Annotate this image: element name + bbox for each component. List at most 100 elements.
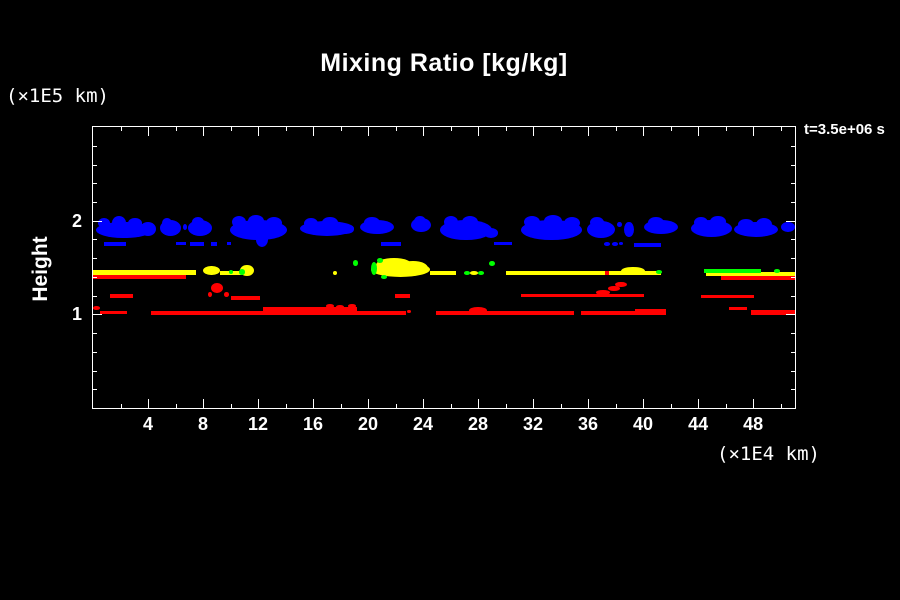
mixing-band-red — [100, 310, 127, 315]
axis-tick — [670, 404, 672, 408]
axis-tick — [533, 127, 534, 136]
cloud-band-blue — [256, 231, 268, 247]
cloud-band-blue — [226, 242, 231, 245]
cloud-band-blue — [381, 242, 401, 246]
axis-tick — [340, 127, 342, 131]
x-tick-label: 48 — [743, 414, 764, 434]
axis-tick — [791, 258, 795, 260]
cloud-band-blue — [494, 242, 512, 245]
axis-tick — [395, 404, 397, 408]
mixing-band-red — [208, 291, 212, 297]
cloud-band-blue — [337, 224, 354, 234]
mixing-band-yellow — [398, 260, 428, 275]
axis-tick — [423, 127, 424, 136]
axis-tick — [230, 404, 232, 408]
mixing-band-red — [93, 275, 186, 279]
cloud-band-blue — [647, 216, 664, 229]
cloud-band-blue — [175, 242, 186, 245]
axis-tick — [340, 404, 342, 408]
mixing-band-red — [720, 275, 795, 280]
axis-tick — [753, 399, 755, 408]
axis-tick — [258, 127, 259, 136]
axis-tick — [120, 127, 122, 131]
axis-tick — [175, 127, 177, 131]
cloud-band-blue — [266, 216, 282, 230]
axis-tick — [533, 399, 534, 408]
cloud-band-blue — [189, 242, 204, 246]
axis-tick — [725, 127, 727, 131]
axis-tick — [313, 399, 314, 408]
x-tick-label: 36 — [577, 414, 599, 434]
axis-tick — [698, 399, 700, 408]
mixing-band-red — [700, 294, 754, 299]
axis-tick — [93, 201, 97, 203]
mixing-band-red — [634, 308, 666, 315]
axis-tick — [791, 183, 795, 185]
cloud-band-blue — [140, 221, 156, 236]
mixing-band-green — [381, 275, 388, 279]
axis-tick — [478, 127, 479, 136]
mixing-band-green — [352, 260, 358, 266]
axis-tick — [93, 258, 97, 260]
axis-tick — [505, 404, 507, 408]
cloud-band-blue — [461, 216, 478, 229]
axis-tick — [780, 404, 782, 408]
axis-tick — [258, 399, 259, 408]
mixing-band-green — [477, 271, 484, 275]
x-tick-label: 16 — [302, 414, 324, 434]
cloud-band-blue — [231, 216, 246, 229]
mixing-band-red — [614, 281, 627, 288]
axis-tick — [615, 127, 617, 131]
mixing-band-yellow — [333, 271, 337, 275]
axis-tick — [588, 127, 589, 136]
mixing-band-red — [325, 304, 334, 308]
axis-tick — [698, 127, 700, 136]
cloud-band-blue — [483, 228, 498, 238]
mixing-band-green — [377, 258, 383, 263]
axis-tick — [791, 145, 795, 147]
mixing-band-green — [703, 269, 761, 274]
axis-tick — [93, 389, 97, 391]
axis-tick — [93, 164, 97, 166]
cloud-band-blue — [182, 224, 187, 230]
axis-tick — [313, 127, 314, 136]
mixing-band-red — [223, 291, 229, 297]
axis-tick — [478, 399, 479, 408]
cloud-band-blue — [589, 216, 604, 229]
axis-tick — [148, 127, 149, 136]
axis-tick — [93, 370, 97, 372]
axis-tick — [791, 164, 795, 166]
axis-tick — [93, 351, 97, 353]
mixing-band-red — [520, 293, 644, 298]
axis-tick — [791, 389, 795, 391]
cloud-band-blue — [443, 216, 458, 229]
cloud-band-blue — [303, 217, 318, 230]
mixing-band-red — [595, 290, 610, 295]
mixing-band-green — [238, 269, 245, 275]
cloud-band-blue — [709, 216, 726, 228]
axis-tick — [93, 333, 97, 335]
axis-tick — [791, 351, 795, 353]
chart-title: Mixing Ratio [kg/kg] — [320, 49, 568, 77]
axis-tick — [791, 201, 795, 203]
mixing-band-green — [773, 269, 780, 274]
y-tick-label: 2 — [71, 210, 82, 231]
mixing-band-red — [728, 306, 747, 311]
axis-tick — [670, 127, 672, 131]
mixing-band-green — [229, 270, 233, 274]
axis-tick — [450, 404, 452, 408]
axis-tick — [791, 333, 795, 335]
mixing-band-red — [347, 304, 356, 308]
axis-tick — [203, 399, 204, 408]
axis-tick — [753, 127, 755, 136]
cloud-band-blue — [322, 216, 338, 229]
x-tick-label: 20 — [357, 414, 379, 434]
x-tick-label: 12 — [247, 414, 269, 434]
x-tick-label: 8 — [197, 414, 208, 434]
axis-tick — [368, 399, 369, 408]
x-tick-label: 32 — [522, 414, 544, 434]
cloud-band-blue — [211, 242, 217, 246]
cloud-band-blue — [611, 242, 618, 246]
axis-tick — [615, 404, 617, 408]
axis-tick — [588, 399, 589, 408]
